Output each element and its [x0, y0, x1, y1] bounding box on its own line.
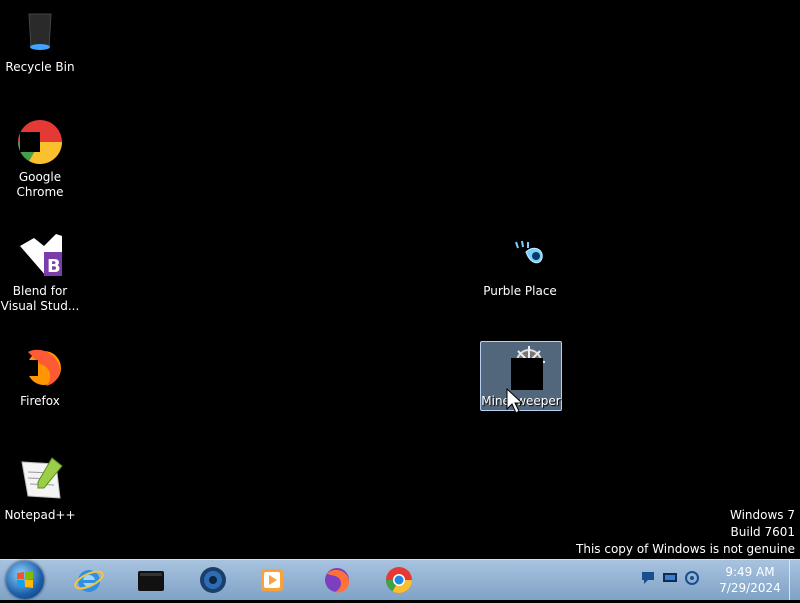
desktop-icon-label: Google Chrome [16, 170, 64, 199]
system-tray [640, 570, 700, 586]
blend-icon: B [16, 232, 64, 280]
network-icon[interactable] [662, 570, 678, 586]
watermark-genuine-notice: This copy of Windows is not genuine [576, 542, 795, 556]
chrome-icon [16, 118, 64, 166]
purble-place-icon [496, 232, 544, 280]
taskbar: 9:49 AM 7/29/2024 [0, 559, 800, 600]
desktop-icon-label: Purble Place [483, 284, 557, 298]
notepadpp-icon [16, 456, 64, 504]
clock-time: 9:49 AM [725, 565, 775, 579]
desktop-icon-label: Recycle Bin [5, 60, 75, 74]
action-center-icon[interactable] [640, 570, 656, 586]
clock-date: 7/29/2024 [719, 581, 781, 595]
desktop-icon-recycle-bin[interactable]: Recycle Bin [0, 8, 80, 75]
svg-text:B: B [47, 256, 61, 277]
taskbar-clock[interactable]: 9:49 AM 7/29/2024 [712, 564, 788, 596]
taskbar-firefox[interactable] [320, 563, 354, 597]
show-desktop-button[interactable] [789, 560, 800, 600]
taskbar-media-player[interactable] [196, 563, 230, 597]
desktop-icon-firefox[interactable]: Firefox [0, 342, 80, 409]
taskbar-internet-explorer[interactable] [72, 563, 106, 597]
watermark-build: Build 7601 [730, 525, 795, 539]
media-center-icon [138, 571, 164, 591]
chrome-icon [385, 567, 413, 594]
desktop-icon-label: Firefox [20, 394, 60, 408]
desktop-icon-blend[interactable]: B Blend for Visual Stud... [0, 232, 80, 314]
desktop-icon-purble-place[interactable]: Purble Place [480, 232, 560, 299]
volume-icon[interactable] [684, 570, 700, 586]
start-button[interactable] [6, 561, 44, 599]
minesweeper-icon [497, 342, 545, 390]
taskbar-media-center[interactable] [134, 563, 168, 597]
media-player-globe-icon [200, 567, 226, 593]
watermark-os: Windows 7 [729, 508, 795, 522]
mouse-cursor-icon [506, 388, 524, 414]
windows-logo-icon [17, 571, 33, 588]
desktop-icon-chrome[interactable]: Google Chrome [0, 118, 80, 200]
windows-media-player-icon [261, 569, 283, 591]
firefox-icon [16, 342, 64, 390]
desktop-icon-label: Notepad++ [4, 508, 76, 522]
desktop-icon-notepadpp[interactable]: Notepad++ [0, 456, 80, 523]
windows-watermark: Windows 7 Build 7601 This copy of Window… [576, 507, 795, 558]
desktop-icon-label: Blend for Visual Stud... [0, 284, 80, 313]
firefox-icon [325, 568, 349, 593]
internet-explorer-icon [74, 570, 104, 592]
taskbar-windows-media-player[interactable] [256, 563, 290, 597]
recycle-bin-icon [16, 8, 64, 56]
taskbar-chrome[interactable] [382, 563, 416, 597]
